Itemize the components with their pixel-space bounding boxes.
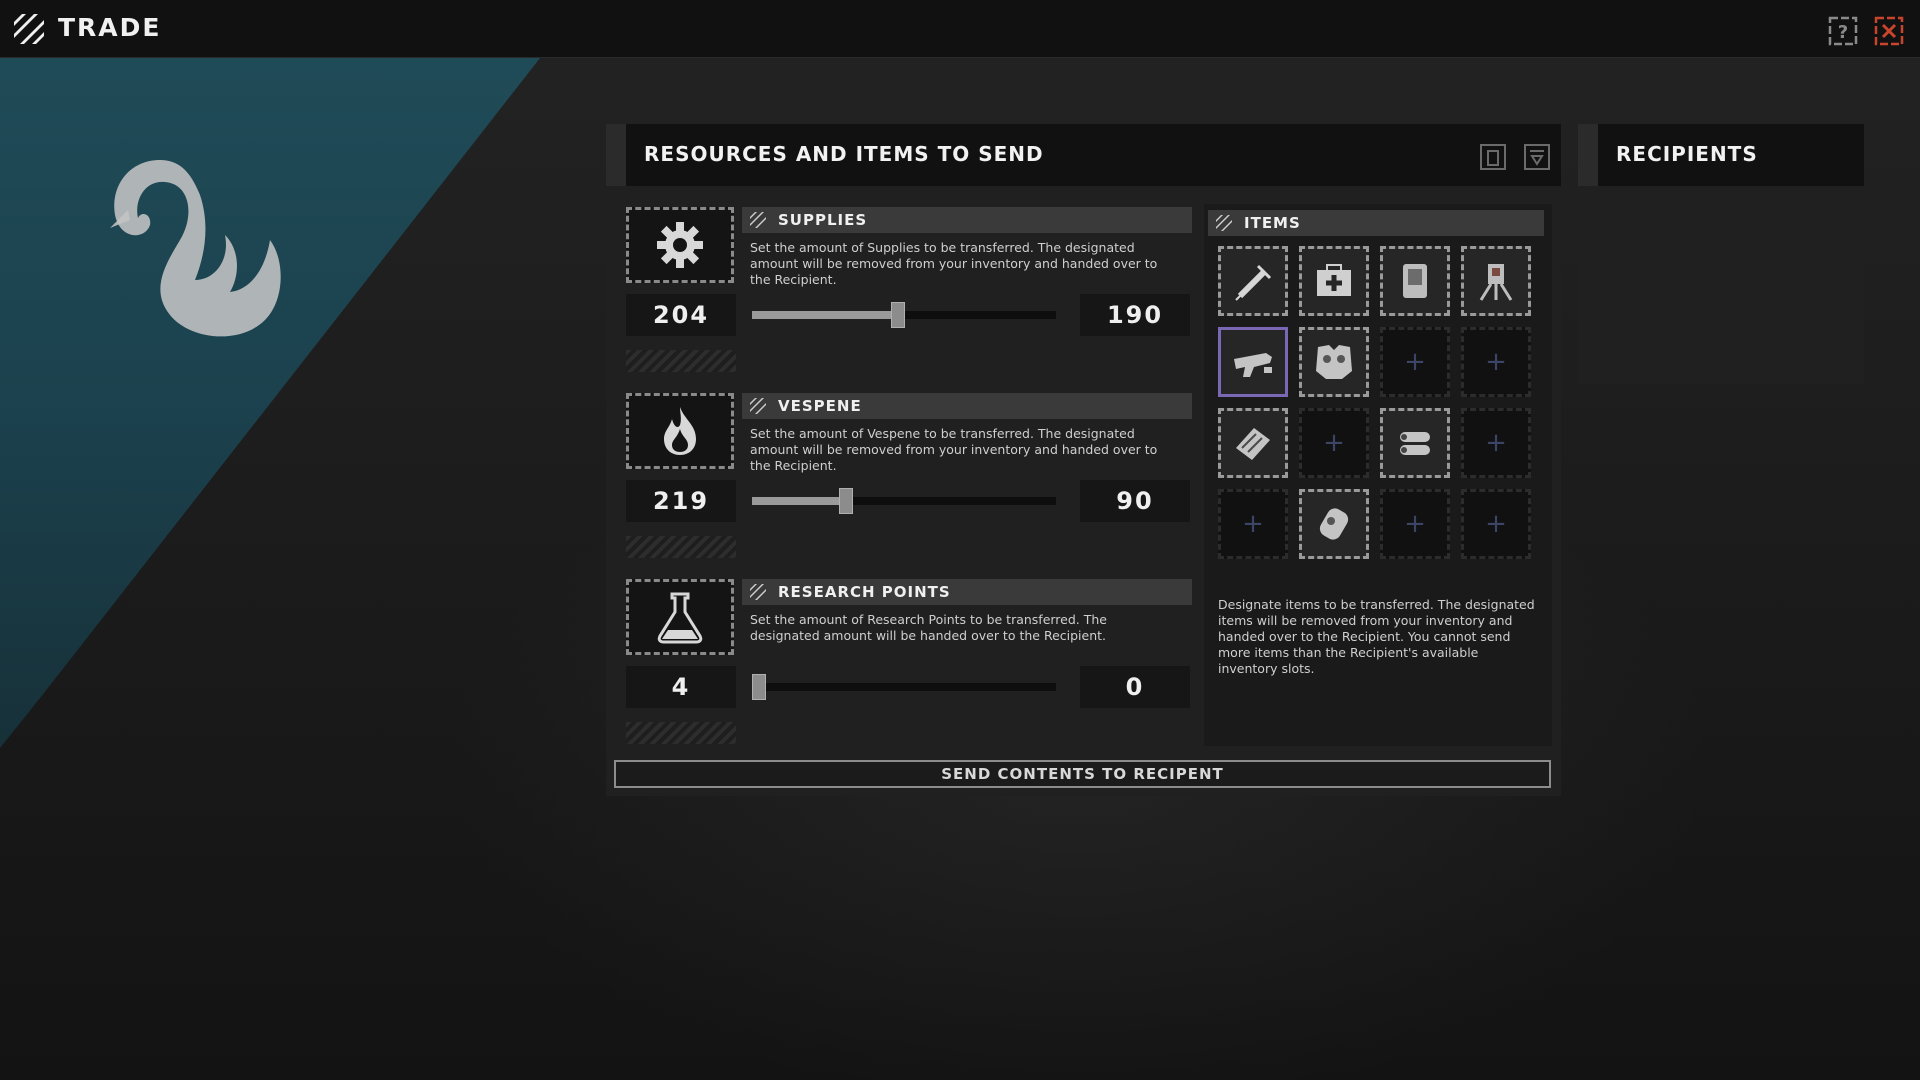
research-owned-amount: 4 [626,666,736,708]
vespene-slider-fill [752,497,846,505]
svg-text:?: ? [1838,22,1848,43]
barrels-icon [1400,432,1430,455]
flame-icon [664,407,696,455]
recipients-header: RECIPIENTS [1578,124,1864,186]
items-panel: ITEMS + + + + + + + Designate items to be tran… [1204,204,1552,746]
items-label-bar: ITEMS [1208,210,1544,236]
armor-plate-icon [1403,264,1427,298]
supplies-slider-fill [752,311,899,319]
rifle-icon [1234,353,1272,377]
plus-icon: + [1323,428,1345,458]
plus-icon: + [1485,428,1507,458]
items-description: Designate items to be transferred. The d… [1218,597,1535,676]
plus-icon: + [1242,509,1264,539]
plus-icon: + [1485,509,1507,539]
plus-icon: + [1404,509,1426,539]
supplies-hatch-bar [626,350,736,372]
chest-armor-icon [1316,345,1352,379]
send-contents-button[interactable]: SEND CONTENTS TO RECIPENT [614,760,1551,788]
send-panel-title: RESOURCES AND ITEMS TO SEND [644,142,1044,166]
gear-icon [657,222,703,268]
item-slot-filled[interactable] [1299,327,1369,397]
supplies-slider-thumb[interactable] [891,302,906,328]
supplies-owned-amount: 204 [626,294,736,336]
stripes-icon [750,398,766,414]
research-label-bar: RESEARCH POINTS [742,579,1192,605]
turret-icon [1479,264,1513,301]
items-label: ITEMS [1244,214,1301,232]
research-slider-thumb[interactable] [752,674,766,700]
item-slot-empty[interactable]: + [1218,489,1288,559]
item-slot-filled[interactable] [1380,408,1450,478]
flask-icon [657,592,703,644]
research-description: Set the amount of Research Points to be … [750,612,1107,643]
supplies-icon-box [626,207,734,283]
recipients-list [1578,194,1864,384]
resource-vespene: VESPENE Set the amount of Vespene to be … [616,390,1198,562]
resource-research-points: RESEARCH POINTS Set the amount of Resear… [616,576,1198,748]
item-slot-empty[interactable]: + [1461,489,1531,559]
copy-icon[interactable] [1478,142,1508,172]
item-slot-filled[interactable] [1461,246,1531,316]
stripes-icon [750,212,766,228]
swan-emblem-icon [110,160,281,337]
item-slot-filled[interactable] [1380,246,1450,316]
item-slot-filled[interactable] [1299,489,1369,559]
supplies-slider[interactable] [752,302,1056,328]
vespene-slider-thumb[interactable] [839,488,853,514]
supplies-send-amount[interactable]: 190 [1080,294,1190,336]
syringe-icon [1235,264,1272,301]
stripes-icon [750,584,766,600]
vespene-icon-box [626,393,734,469]
item-slot-empty[interactable]: + [1461,327,1531,397]
stripes-logo-icon [14,14,44,44]
item-slot-filled[interactable] [1218,408,1288,478]
vespene-owned-amount: 219 [626,480,736,522]
item-slot-empty[interactable]: + [1461,408,1531,478]
item-slot-empty[interactable]: + [1380,489,1450,559]
plus-icon: + [1485,347,1507,377]
send-panel-header: RESOURCES AND ITEMS TO SEND [606,124,1561,186]
item-slot-filled[interactable] [1218,246,1288,316]
supplies-label-bar: SUPPLIES [742,207,1192,233]
research-label: RESEARCH POINTS [778,583,951,601]
close-icon[interactable] [1874,16,1904,46]
page-title: TRADE [58,13,162,42]
research-send-amount[interactable]: 0 [1080,666,1190,708]
research-hatch-bar [626,722,736,744]
filter-icon[interactable] [1522,142,1552,172]
stripes-icon [1216,215,1232,231]
canister-icon [1319,508,1349,540]
item-slot-empty[interactable]: + [1299,408,1369,478]
research-icon-box [626,579,734,655]
supplies-label: SUPPLIES [778,211,868,229]
vespene-hatch-bar [626,536,736,558]
top-bar: TRADE ? [0,0,1920,58]
recipients-title: RECIPIENTS [1616,142,1758,166]
send-panel: RESOURCES AND ITEMS TO SEND SUPPLIES Set… [606,124,1561,796]
vespene-send-amount[interactable]: 90 [1080,480,1190,522]
vespene-slider[interactable] [752,488,1056,514]
item-slot-filled[interactable] [1299,246,1369,316]
ammo-clip-icon [1236,428,1270,460]
vespene-label-bar: VESPENE [742,393,1192,419]
help-icon[interactable]: ? [1828,16,1858,46]
supplies-description: Set the amount of Supplies to be transfe… [750,240,1158,287]
plus-icon: + [1404,347,1426,377]
research-slider[interactable] [752,674,1056,700]
vespene-description: Set the amount of Vespene to be transfer… [750,426,1158,473]
recipients-panel: RECIPIENTS [1578,124,1864,384]
item-slot-filled[interactable] [1218,327,1288,397]
medkit-icon [1317,264,1351,296]
vespene-label: VESPENE [778,397,862,415]
resource-supplies: SUPPLIES Set the amount of Supplies to b… [616,204,1198,376]
item-slot-empty[interactable]: + [1380,327,1450,397]
